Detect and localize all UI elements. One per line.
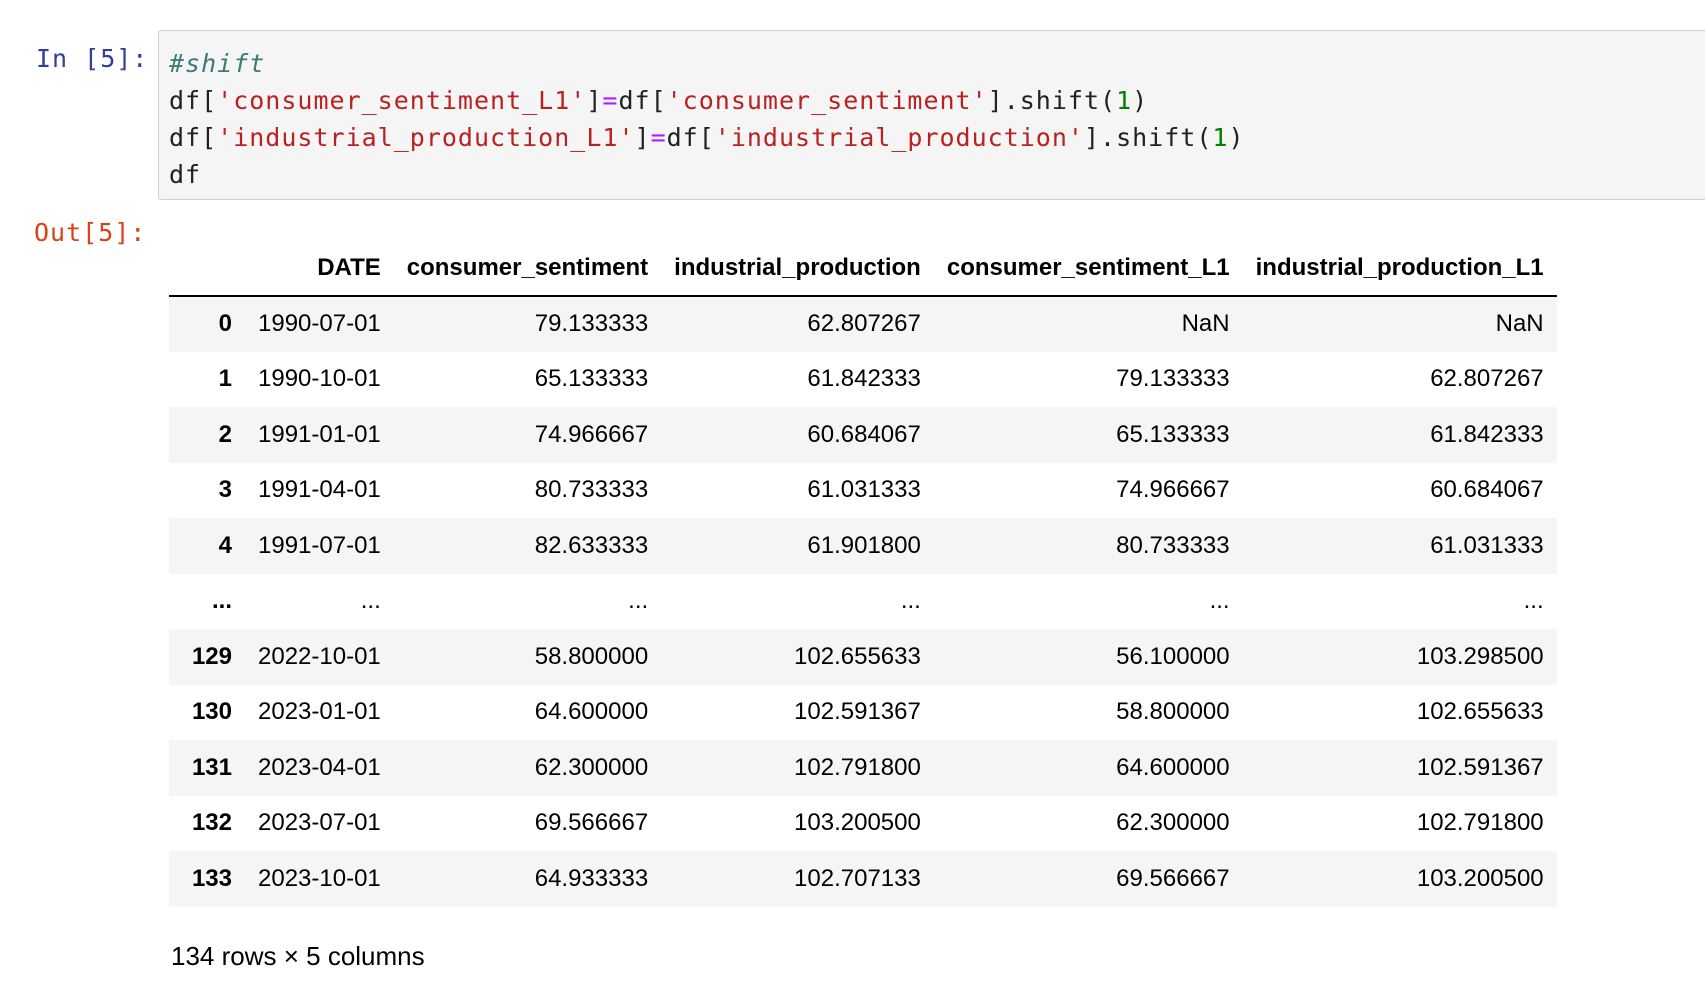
table-cell: 62.807267 [1430, 365, 1544, 393]
table-cell: 82.633333 [534, 531, 649, 559]
column-header-date: DATE [245, 240, 394, 297]
table-row: 0 1990-07-01 79.133333 62.807267 NaN NaN [169, 296, 1557, 352]
table-cell: 60.684067 [1430, 476, 1544, 504]
table-cell: 62.300000 [1116, 809, 1230, 837]
table-cell: 103.200500 [1416, 864, 1544, 892]
table-cell: 69.566667 [534, 809, 649, 837]
table-cell: 1991-01-01 [258, 420, 381, 448]
table-cell: 2022-10-01 [258, 642, 381, 670]
output-prompt: Out[5]: [34, 218, 147, 247]
table-cell: 61.901800 [807, 531, 921, 559]
table-cell: 65.133333 [534, 365, 649, 393]
table-cell: 2023-01-01 [258, 698, 381, 726]
table-cell: 102.591367 [1416, 753, 1544, 781]
table-cell: NaN [1495, 310, 1544, 338]
dataframe-table: DATE consumer_sentiment industrial_produ… [169, 240, 1557, 907]
row-index-cell: 131 [191, 753, 232, 781]
table-cell: 102.791800 [794, 753, 921, 781]
table-cell: 103.298500 [1416, 642, 1544, 670]
row-index-cell: 132 [191, 809, 232, 837]
table-cell: 56.100000 [1116, 642, 1230, 670]
table-row: 131 2023-04-01 62.300000 102.791800 64.60000… [169, 740, 1557, 796]
table-cell: ... [1523, 587, 1544, 615]
code-input-cell[interactable]: #shift df['consumer_sentiment_L1']=df['c… [158, 30, 1705, 200]
table-cell: 103.200500 [794, 809, 921, 837]
table-cell: 2023-04-01 [258, 753, 381, 781]
table-cell: 80.733333 [1116, 531, 1230, 559]
table-cell: NaN [1181, 310, 1230, 338]
row-index-cell: 1 [218, 365, 232, 393]
table-cell: 64.933333 [534, 864, 649, 892]
column-header-consumer-sentiment-l1: consumer_sentiment_L1 [933, 240, 1243, 297]
table-cell: ... [360, 587, 381, 615]
table-cell: 102.791800 [1416, 809, 1544, 837]
table-cell: 1990-10-01 [258, 365, 381, 393]
table-cell: 1990-07-01 [258, 310, 381, 338]
table-cell: 65.133333 [1116, 420, 1230, 448]
table-cell: 102.591367 [794, 698, 921, 726]
code-line-3: df['industrial_production_L1']=df['indus… [169, 123, 1245, 152]
table-cell: 58.800000 [534, 642, 649, 670]
table-cell: 102.707133 [794, 864, 921, 892]
table-cell: 61.031333 [807, 476, 921, 504]
column-header-industrial-production-l1: industrial_production_L1 [1242, 240, 1557, 297]
table-header: DATE consumer_sentiment industrial_produ… [169, 240, 1557, 297]
table-cell: 80.733333 [534, 476, 649, 504]
row-index-cell: 133 [191, 864, 232, 892]
table-cell: 64.600000 [1116, 753, 1230, 781]
table-row: .................. [169, 574, 1557, 630]
table-cell: 74.966667 [1116, 476, 1230, 504]
table-cell: ... [900, 587, 921, 615]
row-index-cell: 3 [218, 476, 232, 504]
header-row: DATE consumer_sentiment industrial_produ… [169, 240, 1557, 297]
table-cell: 69.566667 [1116, 864, 1230, 892]
table-cell: 79.133333 [534, 310, 649, 338]
column-header-industrial-production: industrial_production [661, 240, 934, 297]
table-row: 133 2023-10-01 64.933333 102.707133 69.56666… [169, 851, 1557, 907]
table-cell: 64.600000 [534, 698, 649, 726]
row-index-cell: 4 [218, 531, 232, 559]
input-prompt: In [5]: [36, 44, 149, 73]
table-cell: 62.300000 [534, 753, 649, 781]
code-line-4: df [169, 160, 202, 189]
table-row: 4 1991-07-01 82.633333 61.901800 80.733333 61… [169, 518, 1557, 574]
table-cell: 102.655633 [1416, 698, 1544, 726]
row-index-cell: 2 [218, 420, 232, 448]
table-cell: 102.655633 [794, 642, 921, 670]
row-index-cell: 130 [191, 698, 232, 726]
table-cell: 62.807267 [807, 310, 921, 338]
table-cell: 79.133333 [1116, 365, 1230, 393]
table-cell: 1991-07-01 [258, 531, 381, 559]
table-cell: 2023-10-01 [258, 864, 381, 892]
table-cell: 60.684067 [807, 420, 921, 448]
table-cell: 74.966667 [534, 420, 649, 448]
table-row: 132 2023-07-01 69.566667 103.200500 62.30000… [169, 796, 1557, 852]
table-cell: 61.842333 [1430, 420, 1544, 448]
table-cell: ... [628, 587, 649, 615]
column-header-consumer-sentiment: consumer_sentiment [393, 240, 662, 297]
table-cell: 1991-04-01 [258, 476, 381, 504]
row-index-cell: 0 [218, 310, 232, 338]
table-cell: 58.800000 [1116, 698, 1230, 726]
table-row: 3 1991-04-01 80.733333 61.031333 74.966667 60… [169, 463, 1557, 519]
code-comment: #shift [169, 49, 266, 78]
code-line-2: df['consumer_sentiment_L1']=df['consumer… [169, 86, 1149, 115]
table-row: 1 1990-10-01 65.133333 61.842333 79.133333 62… [169, 352, 1557, 408]
column-header-index [169, 240, 245, 297]
table-cell: ... [1209, 587, 1230, 615]
table-cell: 61.031333 [1430, 531, 1544, 559]
dataframe-shape-note: 134 rows × 5 columns [171, 941, 425, 971]
table-cell: 61.842333 [807, 365, 921, 393]
table-row: 2 1991-01-01 74.966667 60.684067 65.133333 61… [169, 407, 1557, 463]
row-index-cell: ... [211, 587, 232, 615]
table-row: 130 2023-01-01 64.600000 102.591367 58.80000… [169, 685, 1557, 741]
table-row: 129 2022-10-01 58.800000 102.655633 56.10000… [169, 629, 1557, 685]
row-index-cell: 129 [191, 642, 232, 670]
table-body: 0 1990-07-01 79.133333 62.807267 NaN NaN 1 1990… [169, 296, 1557, 907]
table-cell: 2023-07-01 [258, 809, 381, 837]
code-editor[interactable]: #shift df['consumer_sentiment_L1']=df['c… [169, 45, 1245, 193]
